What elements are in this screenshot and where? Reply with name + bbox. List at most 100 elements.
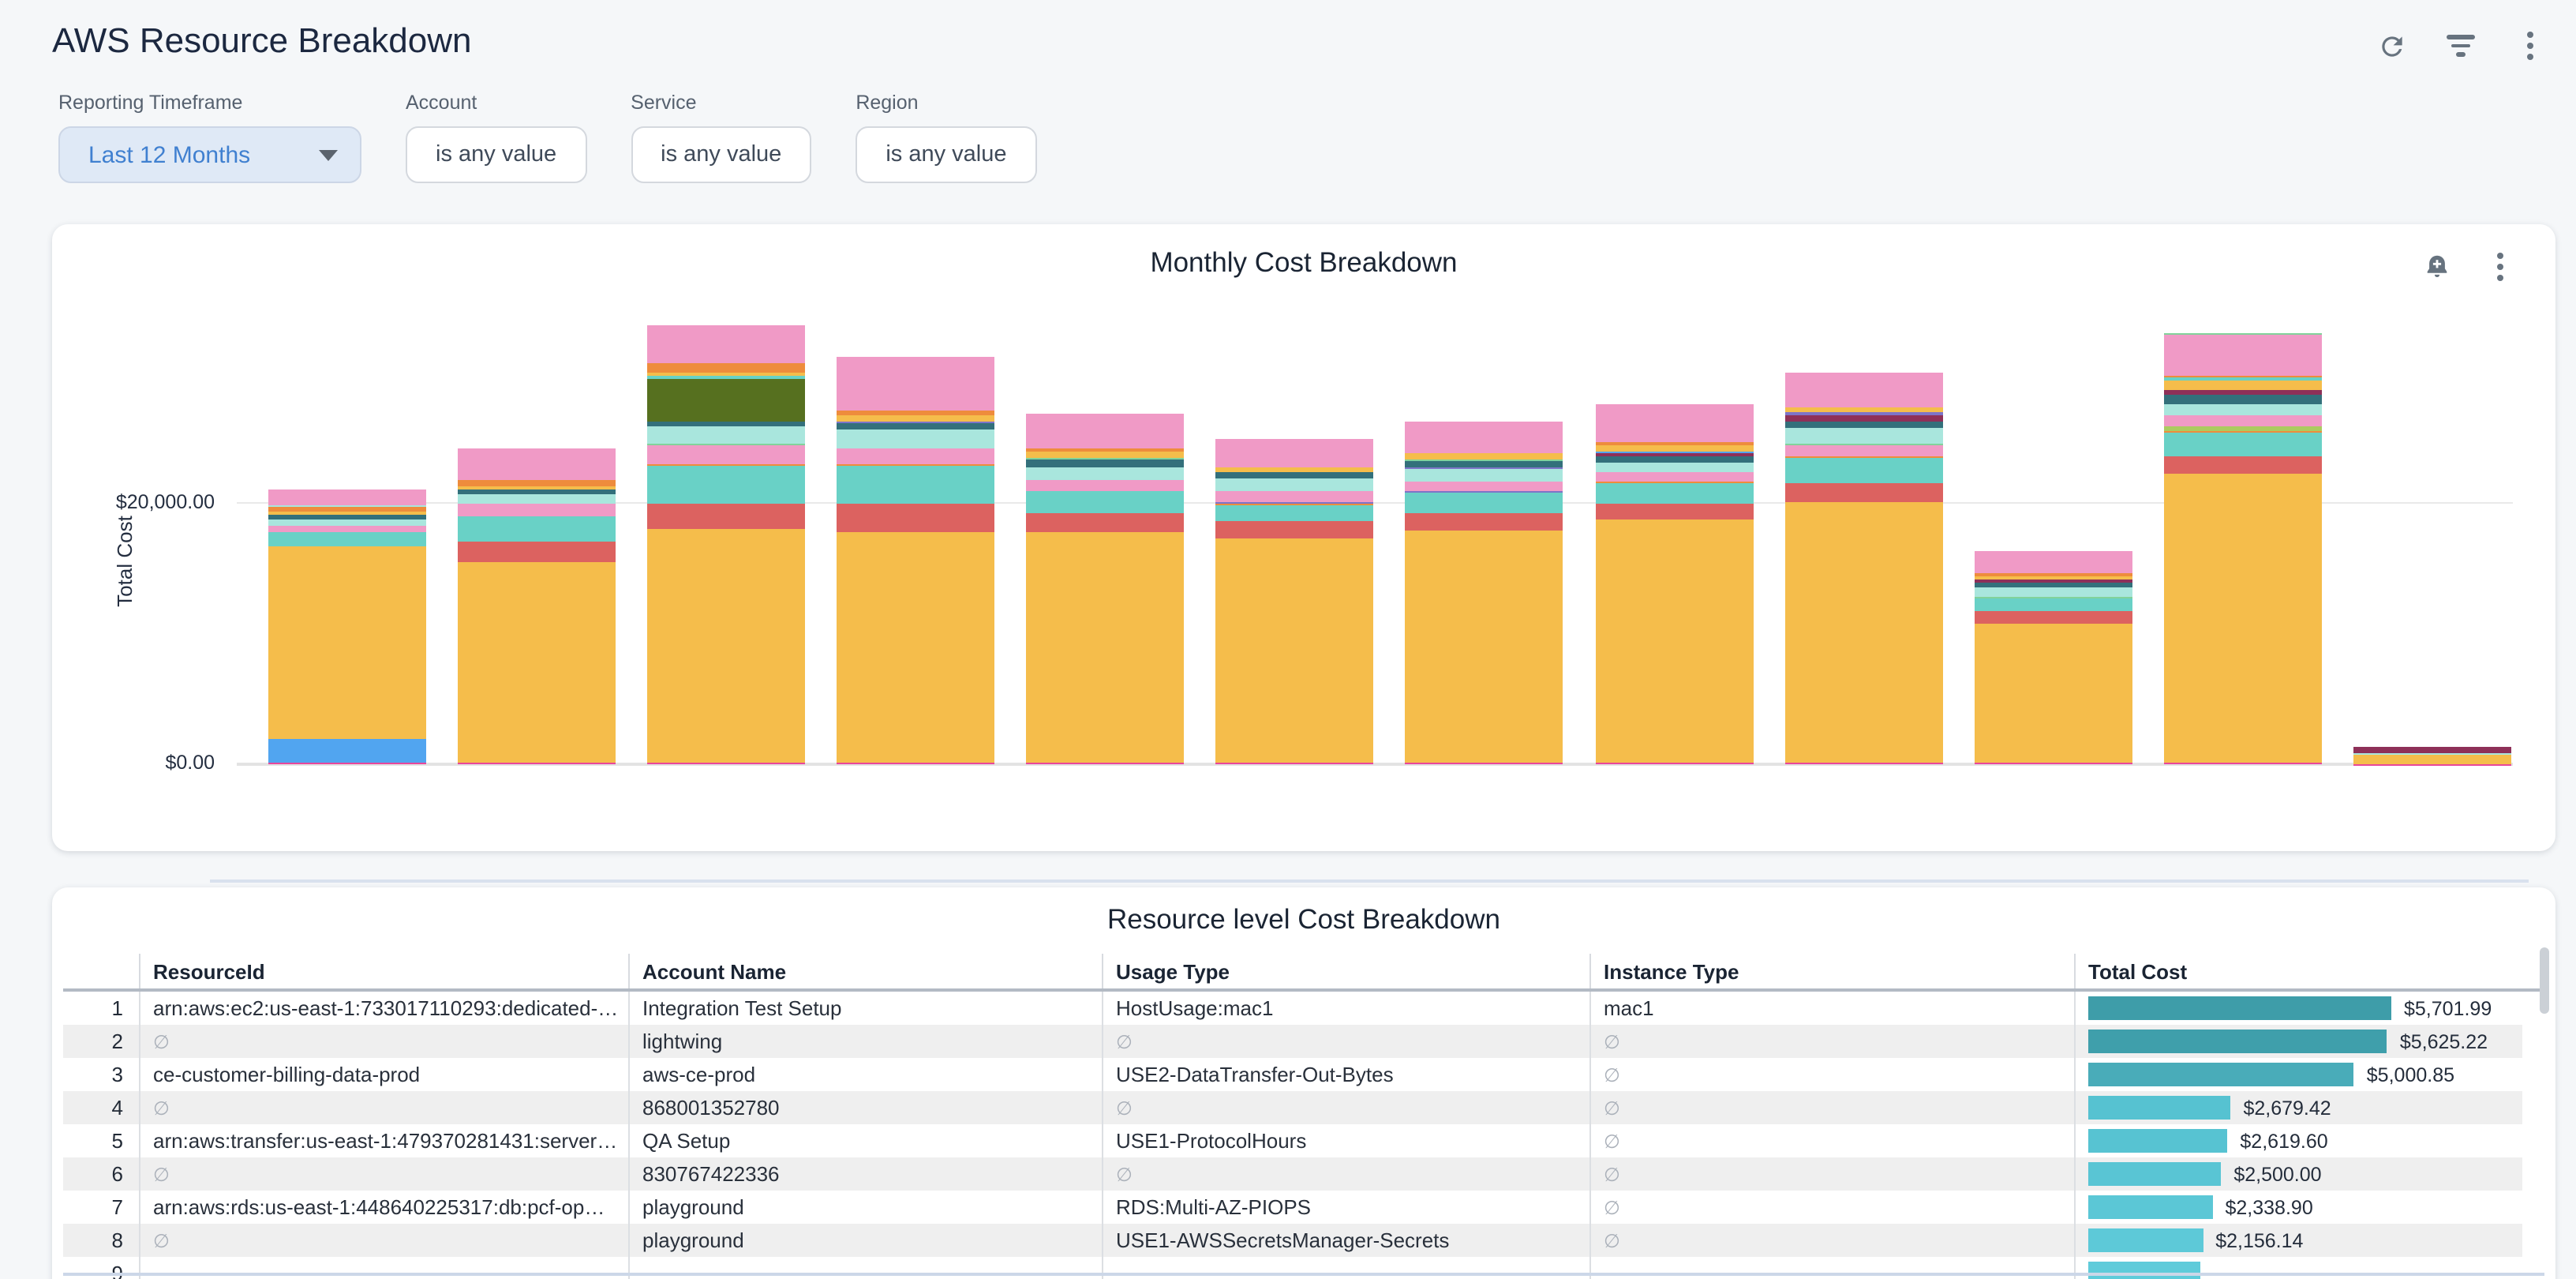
bar-segment-darkteal[interactable] [1027, 460, 1185, 467]
bar-segment-orange[interactable] [647, 364, 805, 373]
bar-segment-mint[interactable] [1784, 428, 1942, 444]
bar-segment-red[interactable] [647, 504, 805, 530]
bar-segment-darkteal[interactable] [837, 423, 994, 429]
bar-segment-teal[interactable] [1784, 458, 1942, 483]
table-row[interactable]: 2∅lightwing∅∅$5,625.22 [63, 1025, 2544, 1058]
more-vert-icon[interactable] [2483, 249, 2518, 284]
bar-segment-magenta[interactable] [2164, 763, 2322, 764]
bar-segment-pink[interactable] [1595, 405, 1753, 443]
bar-segment-darkteal[interactable] [1216, 472, 1374, 479]
column-header-instance-type[interactable]: Instance Type [1589, 954, 2074, 988]
bar-segment-amber[interactable] [1974, 623, 2132, 763]
bar-segment-darkteal[interactable] [1595, 456, 1753, 462]
bar-segment-magenta[interactable] [647, 763, 805, 764]
bar-segment-amber[interactable] [837, 415, 994, 421]
bar-segment-amber[interactable] [1027, 533, 1185, 763]
column-header-total-cost[interactable]: Total Cost [2074, 954, 2522, 988]
total-cost-bar[interactable] [2088, 1228, 2203, 1252]
bar-segment-pink[interactable] [1784, 373, 1942, 407]
bar-segment-teal[interactable] [1216, 505, 1374, 522]
bar-segment-teal[interactable] [1974, 598, 2132, 611]
bar-segment-mint[interactable] [1595, 462, 1753, 472]
bar-segment-red[interactable] [837, 504, 994, 533]
bar-segment-pink[interactable] [268, 526, 426, 533]
bar-segment-pink[interactable] [2164, 415, 2322, 426]
column-header-account-name[interactable]: Account Name [628, 954, 1102, 988]
bar-segment-amber[interactable] [1595, 445, 1753, 452]
bar-segment-pink[interactable] [1784, 445, 1942, 456]
bar-segment-mint[interactable] [458, 495, 616, 504]
column-header-resourceid[interactable]: ResourceId [139, 954, 628, 988]
bar-segment-lime[interactable] [2164, 426, 2322, 432]
bar-segment-maroon[interactable] [2353, 748, 2511, 753]
bar-segment-amber[interactable] [2164, 380, 2322, 390]
bar-segment-pink[interactable] [1406, 422, 1563, 452]
bar-segment-pink[interactable] [1216, 492, 1374, 503]
bar-segment-magenta[interactable] [1027, 763, 1185, 764]
stacked-bar-march[interactable] [647, 324, 805, 764]
bar-segment-pink[interactable] [458, 504, 616, 516]
table-row[interactable]: 7arn:aws:rds:us-east-1:448640225317:db:p… [63, 1191, 2544, 1224]
bar-segment-amber[interactable] [1216, 467, 1374, 472]
bar-segment-mint[interactable] [1406, 469, 1563, 482]
bar-segment-teal[interactable] [1406, 493, 1563, 513]
table-scrollbar-thumb[interactable] [2540, 947, 2549, 1014]
bar-segment-amber[interactable] [458, 561, 616, 763]
table-row[interactable]: 8∅playgroundUSE1-AWSSecretsManager-Secre… [63, 1224, 2544, 1257]
bar-segment-magenta[interactable] [1595, 763, 1753, 764]
bar-segment-blue[interactable] [268, 739, 426, 763]
bar-segment-red[interactable] [1027, 512, 1185, 533]
bar-segment-red[interactable] [1216, 522, 1374, 538]
bar-segment-mint[interactable] [2164, 403, 2322, 415]
stacked-bar-december[interactable] [2353, 747, 2511, 764]
bar-segment-red[interactable] [1784, 483, 1942, 502]
total-cost-bar[interactable] [2088, 1063, 2354, 1086]
bar-segment-darkteal[interactable] [1406, 462, 1563, 468]
bar-segment-magenta[interactable] [1406, 763, 1563, 764]
bar-segment-pink[interactable] [1027, 414, 1185, 449]
bar-segment-teal[interactable] [458, 516, 616, 542]
bar-segment-amber[interactable] [1406, 453, 1563, 459]
table-row[interactable]: 4∅868001352780∅∅$2,679.42 [63, 1091, 2544, 1124]
bar-segment-teal[interactable] [268, 533, 426, 547]
bar-segment-pink[interactable] [1406, 481, 1563, 490]
bar-segment-pink[interactable] [647, 324, 805, 364]
bar-segment-red[interactable] [1595, 504, 1753, 520]
bar-segment-magenta[interactable] [1974, 763, 2132, 764]
bar-segment-darkteal[interactable] [458, 489, 616, 494]
bar-segment-mint[interactable] [268, 520, 426, 526]
bar-segment-red[interactable] [1406, 513, 1563, 531]
alert-bell-add-icon[interactable] [2420, 249, 2454, 284]
bar-segment-amber[interactable] [1784, 502, 1942, 762]
bar-segment-pink[interactable] [1974, 551, 2132, 572]
bar-segment-teal[interactable] [1027, 492, 1185, 512]
bar-segment-pink[interactable] [2164, 335, 2322, 375]
bar-segment-darkteal[interactable] [2164, 395, 2322, 403]
bar-segment-amber[interactable] [2353, 756, 2511, 764]
stacked-bar-september[interactable] [1784, 373, 1942, 764]
bar-segment-amber[interactable] [1406, 530, 1563, 763]
total-cost-bar[interactable] [2088, 1195, 2213, 1219]
bar-segment-mint[interactable] [1974, 588, 2132, 598]
total-cost-bar[interactable] [2088, 1129, 2227, 1153]
bar-segment-olive[interactable] [647, 378, 805, 422]
table-row[interactable]: 1arn:aws:ec2:us-east-1:733017110293:dedi… [63, 992, 2544, 1025]
table-row[interactable]: 5arn:aws:transfer:us-east-1:479370281431… [63, 1124, 2544, 1157]
bar-segment-teal[interactable] [2164, 433, 2322, 457]
total-cost-bar[interactable] [2088, 1162, 2221, 1186]
column-header-usage-type[interactable]: Usage Type [1102, 954, 1589, 988]
bar-segment-amber[interactable] [268, 547, 426, 739]
bar-segment-pink[interactable] [837, 358, 994, 411]
bar-segment-magenta[interactable] [837, 763, 994, 764]
total-cost-bar[interactable] [2088, 1030, 2387, 1053]
bar-segment-red[interactable] [458, 542, 616, 561]
bar-segment-amber[interactable] [837, 532, 994, 762]
stacked-bar-january--21[interactable] [268, 489, 426, 764]
bar-segment-mint[interactable] [647, 427, 805, 444]
stacked-bar-june[interactable] [1216, 439, 1374, 764]
stacked-bar-july[interactable] [1406, 422, 1563, 764]
table-row[interactable]: 6∅830767422336∅∅$2,500.00 [63, 1157, 2544, 1191]
bar-segment-red[interactable] [2164, 456, 2322, 474]
bar-segment-teal[interactable] [1595, 484, 1753, 504]
stacked-bar-august[interactable] [1595, 405, 1753, 764]
